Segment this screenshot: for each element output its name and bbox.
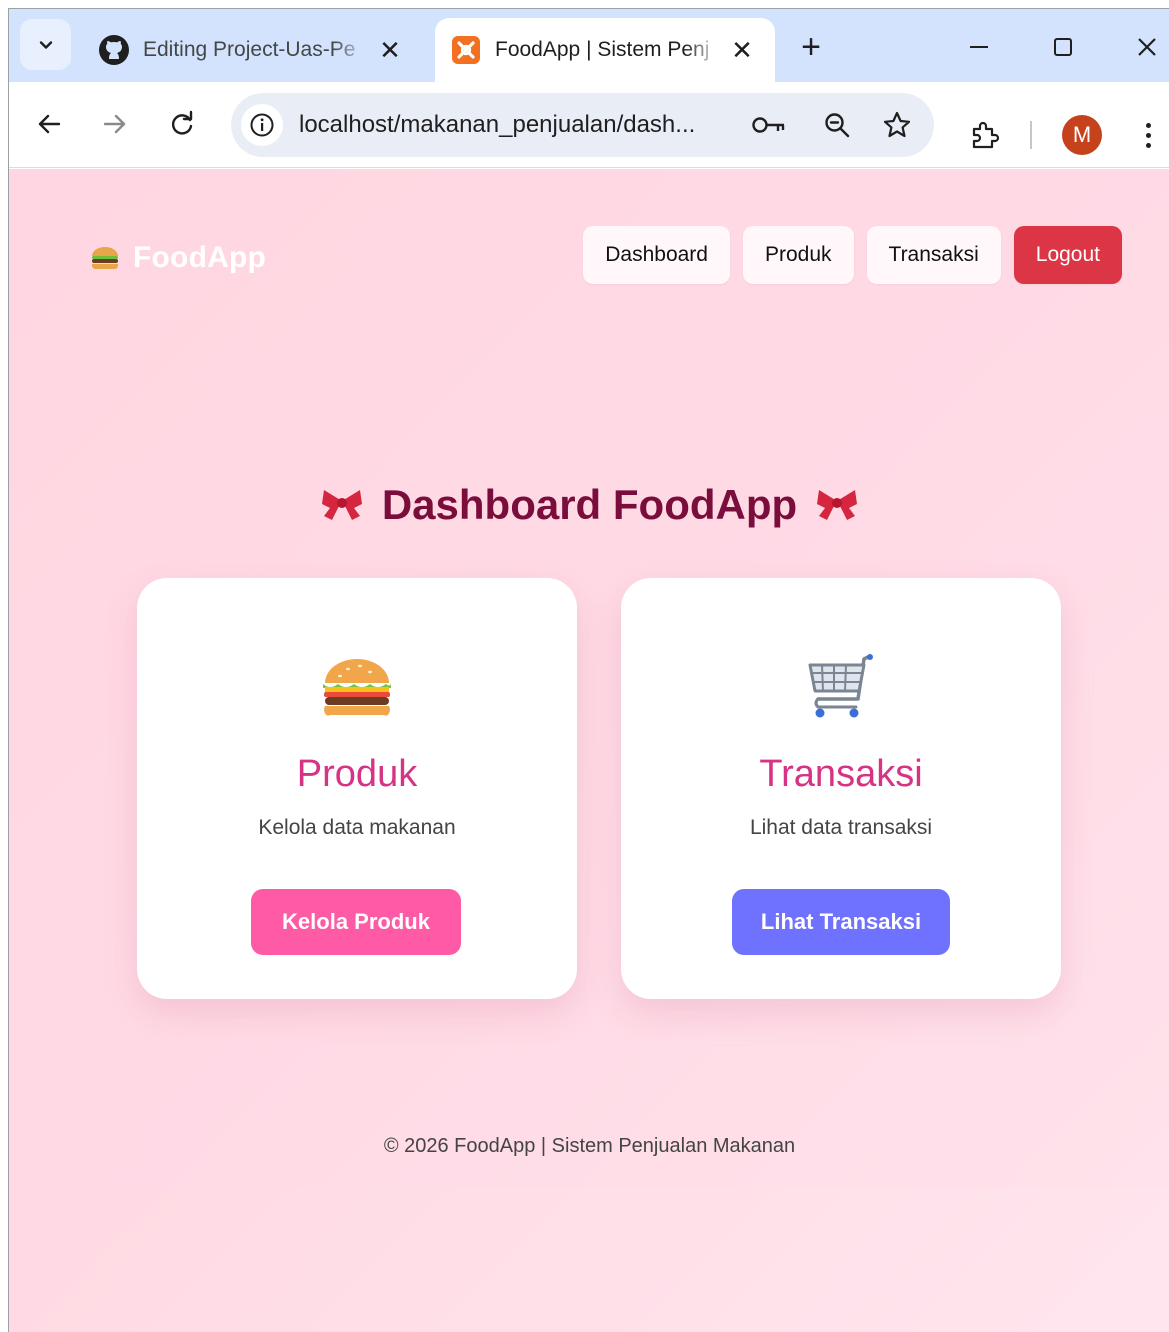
arrow-left-icon: [38, 114, 61, 134]
card-title: Produk: [296, 753, 418, 795]
window-close-button[interactable]: [1127, 27, 1167, 67]
page-title: Dashboard FoodApp: [9, 481, 1169, 529]
reload-button[interactable]: [162, 104, 202, 144]
lihat-transaksi-button[interactable]: Lihat Transaksi: [732, 889, 950, 955]
logout-button[interactable]: Logout: [1013, 226, 1122, 284]
burger-icon: [89, 245, 121, 271]
address-bar[interactable]: localhost/makanan_penjualan/dash...: [231, 93, 934, 157]
zoom-icon[interactable]: [817, 105, 857, 145]
card-description: Lihat data transaksi: [749, 816, 933, 839]
page-title-text: Dashboard FoodApp: [381, 481, 798, 528]
brand-logo[interactable]: FoodApp: [89, 241, 266, 275]
maximize-icon: [1054, 38, 1072, 56]
close-icon: [1138, 38, 1156, 56]
card-produk: Produk Kelola data makanan Kelola Produk: [137, 578, 577, 999]
forward-button[interactable]: [95, 104, 135, 144]
card-title: Transaksi: [759, 753, 923, 795]
minimize-icon: [970, 46, 988, 48]
tab-foodapp[interactable]: FoodApp | Sistem Penj ✕: [435, 18, 775, 82]
shopping-cart-icon: [621, 648, 1061, 728]
main-nav: Dashboard Produk Transaksi Logout: [583, 226, 1122, 284]
reload-icon: [171, 110, 193, 135]
nav-dashboard[interactable]: Dashboard: [583, 226, 730, 284]
tab-github[interactable]: Editing Project-Uas-Pe ✕: [89, 18, 421, 82]
chevron-down-icon: [39, 40, 52, 49]
back-button[interactable]: [29, 104, 69, 144]
extensions-icon[interactable]: [964, 115, 1004, 155]
maximize-button[interactable]: [1043, 27, 1083, 67]
tab-title: FoodApp | Sistem Penj: [495, 38, 710, 61]
brand-name: FoodApp: [133, 241, 267, 274]
url-text: localhost/makanan_penjualan/dash...: [299, 111, 696, 138]
new-tab-button[interactable]: +: [793, 29, 829, 65]
star-icon[interactable]: [877, 105, 917, 145]
page-content: FoodApp Dashboard Produk Transaksi Logou…: [9, 169, 1169, 1332]
browser-window: Editing Project-Uas-Pe ✕ FoodApp | Siste…: [8, 8, 1169, 1332]
footer-text: © 2026 FoodApp | Sistem Penjualan Makana…: [383, 1135, 796, 1157]
tab-strip: Editing Project-Uas-Pe ✕ FoodApp | Siste…: [9, 9, 1169, 82]
card-description: Kelola data makanan: [258, 816, 456, 839]
close-icon[interactable]: ✕: [727, 35, 757, 65]
kelola-produk-button[interactable]: Kelola Produk: [251, 889, 461, 955]
arrow-right-icon: [103, 114, 126, 134]
close-icon[interactable]: ✕: [375, 35, 405, 65]
more-menu-icon[interactable]: [1133, 115, 1163, 155]
card-transaksi: Transaksi Lihat data transaksi Lihat Tra…: [621, 578, 1061, 999]
xampp-icon: [449, 33, 483, 67]
minimize-button[interactable]: [959, 27, 999, 67]
key-icon[interactable]: [749, 105, 789, 145]
site-info-icon[interactable]: [241, 104, 283, 146]
page-background: [9, 1187, 1169, 1332]
ribbon-icon: [321, 490, 362, 520]
nav-transaksi[interactable]: Transaksi: [866, 226, 1001, 284]
ribbon-icon: [817, 490, 858, 520]
tab-title: Editing Project-Uas-Pe: [143, 38, 356, 61]
toolbar-divider: [1030, 121, 1032, 149]
browser-toolbar: localhost/makanan_penjualan/dash... M: [9, 82, 1169, 168]
burger-icon: [137, 648, 577, 728]
profile-avatar[interactable]: M: [1062, 115, 1102, 155]
nav-produk[interactable]: Produk: [742, 226, 854, 284]
github-icon: [97, 33, 131, 67]
tab-search-button[interactable]: [20, 19, 71, 70]
